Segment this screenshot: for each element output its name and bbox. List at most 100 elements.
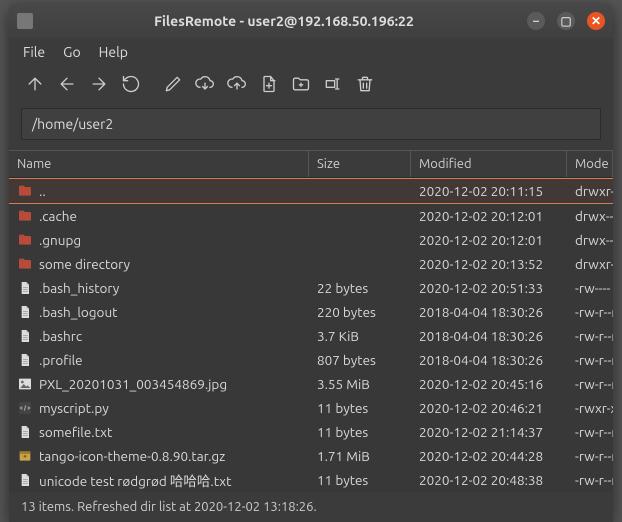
table-row[interactable]: .cache2020-12-02 20:12:01drwx-- (9, 204, 613, 228)
file-mode: -rw-r--r (567, 302, 613, 322)
arrow-left-icon (57, 74, 77, 94)
file-name: somefile.txt (39, 424, 112, 440)
folder-icon (17, 183, 33, 199)
folder-icon (17, 232, 33, 248)
folder-icon (17, 208, 33, 224)
file-name: myscript.py (39, 400, 109, 416)
archive-icon (17, 448, 33, 464)
file-name: tango-icon-theme-0.8.90.tar.gz (39, 448, 225, 464)
back-button[interactable] (53, 70, 81, 98)
file-mode: -rw---- (567, 278, 613, 298)
file-size: 220 bytes (309, 302, 411, 322)
table-row[interactable]: .bashrc3.7 KiB2018-04-04 18:30:26-rw-r--… (9, 324, 613, 348)
file-modified: 2020-12-02 20:51:33 (411, 278, 567, 298)
table-row[interactable]: .. 2020-12-02 20:11:15drwxr- (9, 178, 613, 204)
file-modified: 2020-12-02 20:48:38 (411, 470, 567, 490)
column-headers: Name Size Modified Mode (9, 150, 613, 178)
file-name: .gnupg (39, 232, 81, 248)
window-minimize-button[interactable]: – (527, 12, 545, 30)
table-row[interactable]: somefile.txt 11 bytes2020-12-02 21:14:37-… (9, 420, 613, 444)
file-modified: 2020-12-02 20:45:16 (411, 374, 567, 394)
edit-button[interactable] (159, 70, 187, 98)
col-name[interactable]: Name (9, 151, 309, 177)
table-row[interactable]: .profile807 bytes2018-04-04 18:30:26-rw-… (9, 348, 613, 372)
file-size: 22 bytes (309, 278, 411, 298)
menubar: File Go Help (9, 38, 613, 66)
file-modified: 2020-12-02 20:44:28 (411, 446, 567, 466)
python-icon (17, 400, 33, 416)
file-size: 11 bytes (309, 422, 411, 442)
file-mode: -rw-r--r (567, 374, 613, 394)
menu-help[interactable]: Help (99, 44, 128, 60)
table-row[interactable]: tango-icon-theme-0.8.90.tar.gz 1.71 MiB20… (9, 444, 613, 468)
file-name: unicode test rødgrød 哈哈哈.txt (39, 470, 231, 490)
arrow-right-icon (89, 74, 109, 94)
table-row[interactable]: .bash_history 22 bytes2020-12-02 20:51:33… (9, 276, 613, 300)
file-icon (17, 328, 33, 344)
forward-button[interactable] (85, 70, 113, 98)
file-name: .. (39, 183, 46, 199)
window-maximize-button[interactable]: ▢ (557, 12, 575, 30)
refresh-button[interactable] (117, 70, 145, 98)
file-size (309, 262, 411, 266)
file-mode: -rw-r--r (567, 422, 613, 442)
file-modified: 2020-12-02 20:13:52 (411, 254, 567, 274)
new-file-button[interactable] (255, 70, 283, 98)
app-window: FilesRemote - user2@192.168.50.196:22 – … (9, 4, 613, 522)
trash-icon (355, 74, 375, 94)
file-modified: 2018-04-04 18:30:26 (411, 302, 567, 322)
table-row[interactable]: .gnupg 2020-12-02 20:12:01drwx-- (9, 228, 613, 252)
file-mode: drwx-- (567, 230, 613, 250)
file-name: .profile (39, 352, 83, 368)
menu-go[interactable]: Go (63, 44, 80, 60)
titlebar[interactable]: FilesRemote - user2@192.168.50.196:22 – … (9, 4, 613, 38)
file-size: 1.71 MiB (309, 446, 411, 466)
table-row[interactable]: PXL_20201031_003454869.jpg3.55 MiB2020-1… (9, 372, 613, 396)
file-mode: drwxr- (567, 254, 613, 274)
table-row[interactable]: .bash_logout220 bytes2018-04-04 18:30:26… (9, 300, 613, 324)
file-icon (17, 352, 33, 368)
app-icon (17, 13, 33, 29)
new-folder-button[interactable] (287, 70, 315, 98)
rename-button[interactable] (319, 70, 347, 98)
file-size (309, 189, 411, 193)
cloud-upload-icon (227, 74, 247, 94)
file-name: some directory (39, 256, 130, 272)
file-modified: 2018-04-04 18:30:26 (411, 350, 567, 370)
delete-button[interactable] (351, 70, 379, 98)
upload-button[interactable] (223, 70, 251, 98)
file-mode: -rw-r--r (567, 326, 613, 346)
menu-file[interactable]: File (23, 44, 45, 60)
col-size[interactable]: Size (309, 151, 411, 177)
table-row[interactable]: myscript.py11 bytes2020-12-02 20:46:21-r… (9, 396, 613, 420)
file-name: .bash_history (39, 280, 119, 296)
file-size: 11 bytes (309, 470, 411, 490)
path-input[interactable]: /home/user2 (21, 108, 601, 140)
file-modified: 2020-12-02 20:12:01 (411, 230, 567, 250)
status-bar: 13 items. Refreshed dir list at 2020-12-… (9, 492, 613, 522)
file-name: PXL_20201031_003454869.jpg (39, 376, 227, 392)
file-name: .cache (39, 208, 77, 224)
folder-icon (17, 256, 33, 272)
col-mode[interactable]: Mode (567, 151, 613, 177)
up-button[interactable] (21, 70, 49, 98)
col-modified[interactable]: Modified (411, 151, 567, 177)
file-mode: -rwxr-x (567, 398, 613, 418)
file-size (309, 238, 411, 242)
file-mode: drwxr- (567, 181, 613, 201)
file-size (309, 214, 411, 218)
file-icon (17, 424, 33, 440)
file-mode: -rw-r--r (567, 350, 613, 370)
table-row[interactable]: some directory 2020-12-02 20:13:52drwxr- (9, 252, 613, 276)
file-modified: 2020-12-02 21:14:37 (411, 422, 567, 442)
file-mode: drwx-- (567, 206, 613, 226)
file-modified: 2018-04-04 18:30:26 (411, 326, 567, 346)
download-button[interactable] (191, 70, 219, 98)
file-list: ..2020-12-02 20:11:15drwxr-.cache2020-12… (9, 178, 613, 492)
table-row[interactable]: unicode test rødgrød 哈哈哈.txt 11 bytes2020… (9, 468, 613, 492)
file-modified: 2020-12-02 20:11:15 (411, 181, 567, 201)
window-close-button[interactable]: ✕ (587, 12, 605, 30)
file-mode: -rw-r--r (567, 470, 613, 490)
new-folder-icon (291, 74, 311, 94)
image-icon (17, 376, 33, 392)
